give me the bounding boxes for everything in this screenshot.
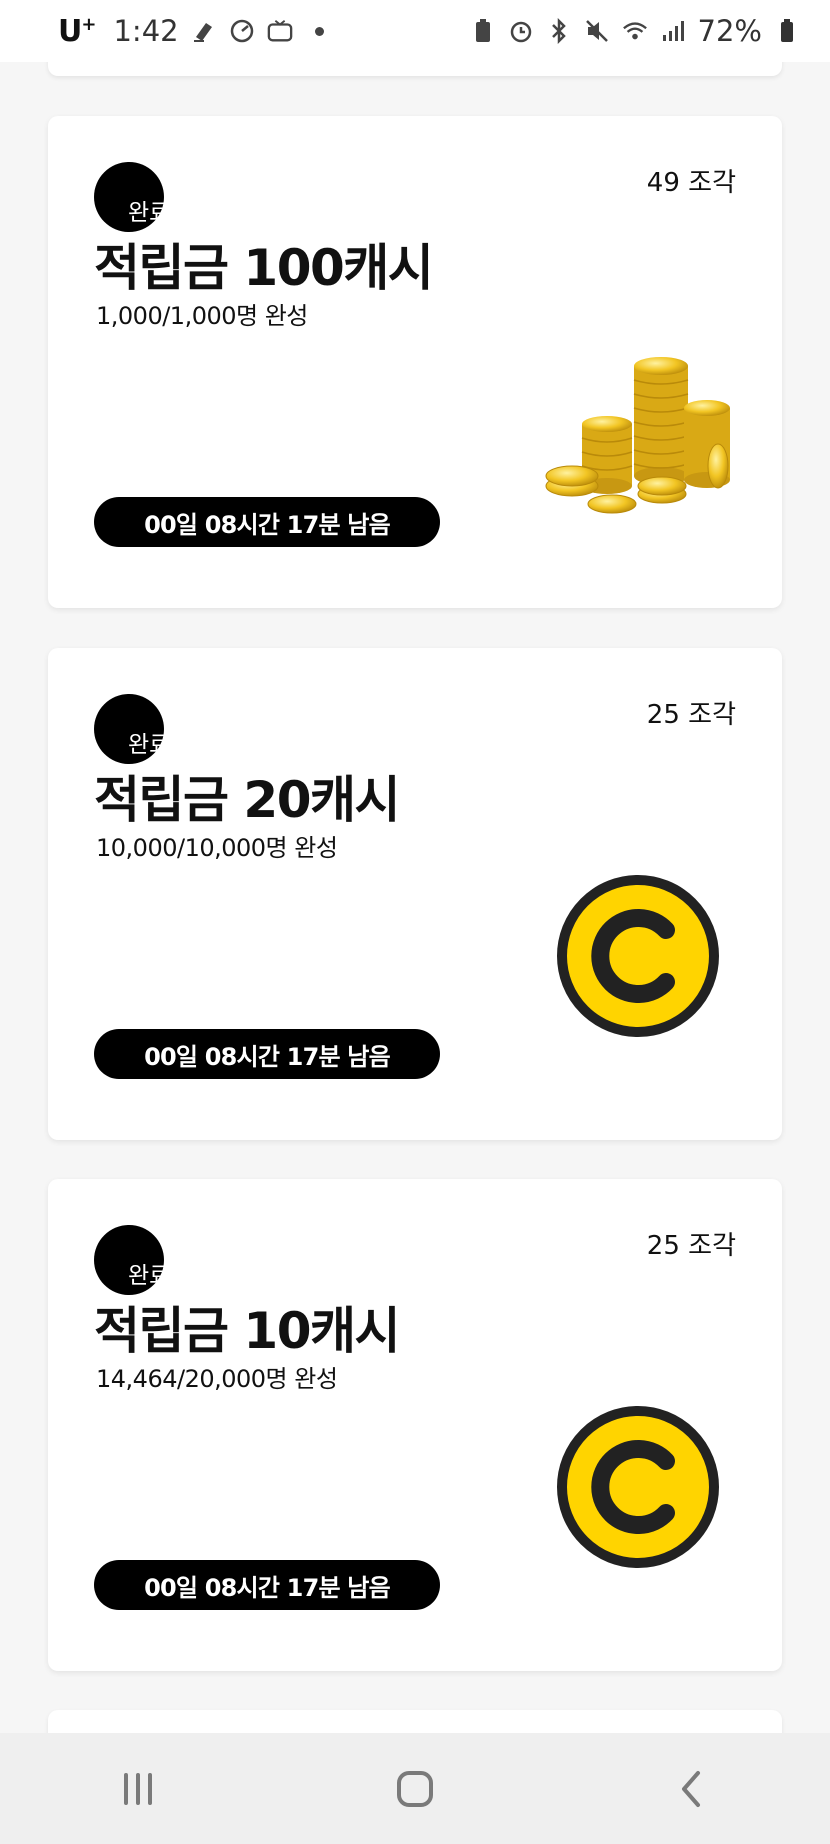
time-remaining-pill: 00일 08시간 17분 남음 xyxy=(94,497,440,547)
time-remaining-pill: 00일 08시간 17분 남음 xyxy=(94,1560,440,1610)
piece-count: 25 조각 xyxy=(646,1231,736,1261)
back-button[interactable] xyxy=(652,1754,732,1824)
mute-icon xyxy=(584,17,610,45)
wifi-icon xyxy=(622,17,648,45)
recent-apps-icon xyxy=(124,1772,153,1805)
coin-stack-image xyxy=(545,357,730,514)
cash-coin-icon xyxy=(557,1406,719,1568)
status-bar: U+ 1:42 72% xyxy=(0,0,830,62)
reward-card[interactable]: 완료 25 조각 적립금 10캐시 14,464/20,000명 완성 00일 … xyxy=(48,1179,782,1671)
notification-dot xyxy=(314,26,324,36)
battery-icon xyxy=(774,17,800,45)
completed-badge-label: 완료 xyxy=(128,732,171,758)
alarm-icon xyxy=(508,17,534,45)
battery-saver-icon xyxy=(470,17,496,45)
bluetooth-icon xyxy=(546,17,572,45)
next-card[interactable] xyxy=(48,1710,782,1733)
cash-tv-icon xyxy=(267,17,293,45)
gauge-icon xyxy=(229,17,255,45)
signal-icon xyxy=(660,17,686,45)
recent-apps-button[interactable] xyxy=(98,1754,178,1824)
battery-percent: 72% xyxy=(697,14,762,48)
time-remaining-pill: 00일 08시간 17분 남음 xyxy=(94,1029,440,1079)
participant-progress: 1,000/1,000명 완성 xyxy=(96,302,308,330)
reward-card[interactable]: 완료 25 조각 적립금 20캐시 10,000/10,000명 완성 00일 … xyxy=(48,648,782,1140)
reward-card[interactable]: 완료 49 조각 적립금 100캐시 1,000/1,000명 완성 00일 0… xyxy=(48,116,782,608)
eraser-icon xyxy=(191,17,217,45)
back-icon xyxy=(681,1770,700,1807)
piece-count: 25 조각 xyxy=(646,700,736,730)
home-button[interactable] xyxy=(375,1754,455,1824)
reward-title: 적립금 100캐시 xyxy=(94,239,434,297)
participant-progress: 14,464/20,000명 완성 xyxy=(96,1365,338,1393)
piece-count: 49 조각 xyxy=(646,168,736,198)
reward-title: 적립금 20캐시 xyxy=(94,771,401,829)
cash-coin-icon xyxy=(557,875,719,1037)
home-icon xyxy=(396,1770,433,1807)
completed-badge-label: 완료 xyxy=(128,1263,171,1289)
completed-badge-label: 완료 xyxy=(128,200,171,226)
clock: 1:42 xyxy=(113,14,179,48)
card-list[interactable]: 완료 49 조각 적립금 100캐시 1,000/1,000명 완성 00일 0… xyxy=(0,0,830,1733)
participant-progress: 10,000/10,000명 완성 xyxy=(96,834,338,862)
carrier-label: U+ xyxy=(58,13,96,49)
system-nav-bar xyxy=(0,1733,830,1844)
reward-title: 적립금 10캐시 xyxy=(94,1302,401,1360)
